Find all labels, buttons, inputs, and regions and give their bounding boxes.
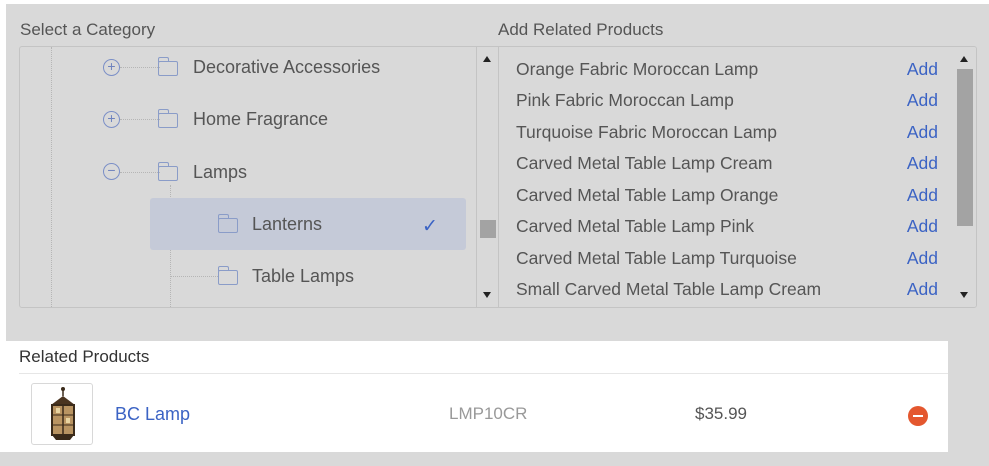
collapse-minus-icon[interactable]: −	[103, 163, 120, 180]
list-item: Orange Fabric Moroccan Lamp Add	[516, 54, 938, 84]
list-item: Carved Metal Table Lamp Cream Add	[516, 148, 938, 178]
tree-connector	[120, 67, 160, 68]
dimmed-overlay-right	[948, 340, 989, 466]
scrollbar-thumb[interactable]	[480, 220, 496, 238]
related-products-label: Related Products	[19, 347, 150, 366]
tree-item-lanterns[interactable]: Lanterns	[252, 209, 322, 239]
add-button[interactable]: Add	[907, 279, 938, 300]
products-list: Orange Fabric Moroccan Lamp Add Pink Fab…	[498, 46, 977, 308]
product-name: Small Carved Metal Table Lamp Cream	[516, 278, 822, 299]
product-thumbnail	[31, 383, 93, 445]
scroll-up-arrow-icon[interactable]	[960, 56, 968, 62]
scroll-down-arrow-icon[interactable]	[483, 292, 491, 298]
scroll-up-arrow-icon[interactable]	[483, 56, 491, 62]
add-button[interactable]: Add	[907, 153, 938, 174]
related-product-sku: LMP10CR	[449, 404, 528, 423]
dimmed-overlay-bottom	[0, 452, 989, 466]
list-item: Pink Fabric Moroccan Lamp Add	[516, 85, 938, 115]
list-item: Small Carved Metal Table Lamp Cream Add	[516, 274, 938, 304]
tree-connector	[170, 276, 218, 277]
tree-item-lamps[interactable]: Lamps	[193, 157, 247, 187]
expand-plus-icon[interactable]: +	[103, 111, 120, 128]
minus-circle-icon[interactable]	[908, 406, 928, 426]
scrollbar-thumb[interactable]	[957, 69, 973, 226]
folder-icon	[217, 266, 238, 285]
add-button[interactable]: Add	[907, 90, 938, 111]
product-name: Carved Metal Table Lamp Turquoise	[516, 247, 797, 268]
products-list-scrollbar[interactable]	[954, 47, 976, 307]
category-tree: + Decorative Accessories + Home Fragranc…	[19, 46, 499, 308]
list-item: Carved Metal Table Lamp Pink Add	[516, 211, 938, 241]
tree-connector	[120, 119, 160, 120]
products-section-label: Add Related Products	[498, 20, 664, 39]
product-name: Orange Fabric Moroccan Lamp	[516, 58, 759, 79]
product-name: Carved Metal Table Lamp Cream	[516, 152, 773, 173]
tree-item-table-lamps[interactable]: Table Lamps	[252, 261, 354, 291]
add-button[interactable]: Add	[907, 216, 938, 237]
product-name: Carved Metal Table Lamp Orange	[516, 184, 779, 205]
related-product-price: $35.99	[695, 404, 747, 423]
lantern-image	[51, 387, 75, 440]
expand-plus-icon[interactable]: +	[103, 59, 120, 76]
add-button[interactable]: Add	[907, 248, 938, 269]
check-icon: ✓	[422, 216, 438, 237]
tree-guide-line	[51, 47, 52, 307]
related-product-name[interactable]: BC Lamp	[115, 404, 190, 425]
add-button[interactable]: Add	[907, 59, 938, 80]
tree-item-decorative-accessories[interactable]: Decorative Accessories	[193, 52, 380, 82]
add-button[interactable]: Add	[907, 122, 938, 143]
add-button[interactable]: Add	[907, 185, 938, 206]
folder-icon	[157, 162, 178, 181]
tree-connector	[120, 172, 160, 173]
list-item: Turquoise Fabric Moroccan Lamp Add	[516, 117, 938, 147]
product-name: Carved Metal Table Lamp Pink	[516, 215, 754, 236]
category-tree-scrollbar[interactable]	[476, 47, 498, 307]
tree-item-home-fragrance[interactable]: Home Fragrance	[193, 104, 328, 134]
folder-icon	[157, 109, 178, 128]
category-section-label: Select a Category	[20, 20, 156, 39]
folder-icon	[217, 214, 238, 233]
table-row: BC Lamp LMP10CR $35.99	[19, 373, 948, 452]
list-item: Carved Metal Table Lamp Turquoise Add	[516, 243, 938, 273]
folder-icon	[157, 57, 178, 76]
scroll-down-arrow-icon[interactable]	[960, 292, 968, 298]
product-name: Turquoise Fabric Moroccan Lamp	[516, 121, 777, 142]
list-item: Carved Metal Table Lamp Orange Add	[516, 180, 938, 210]
product-name: Pink Fabric Moroccan Lamp	[516, 89, 734, 110]
